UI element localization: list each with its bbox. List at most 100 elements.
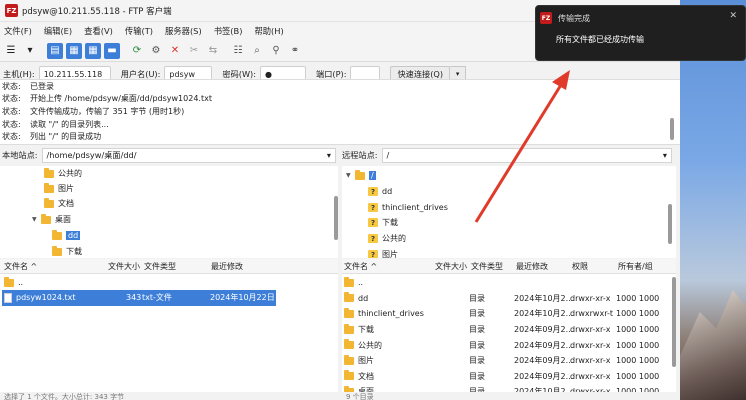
col-filesize[interactable]: 文件大小 [108,259,140,273]
folder-icon [355,169,365,180]
local-list-header: 文件名 ^ 文件大小 文件类型 最近修改 [0,259,338,274]
col-modified[interactable]: 最近修改 [516,259,548,273]
tree-item[interactable]: ▼ 桌面 [32,212,71,227]
folder-icon [41,213,51,224]
remote-site-label: 远程站点: [342,150,378,160]
process-queue-icon[interactable]: ⚙ [148,43,164,59]
col-owner[interactable]: 所有者/组 [618,259,653,273]
cancel-icon[interactable]: ✕ [167,43,183,59]
col-filetype[interactable]: 文件类型 [471,259,503,273]
tree-item-root[interactable]: ▼ / [346,168,376,183]
disconnect-icon[interactable]: ✂ [186,43,202,59]
col-filetype[interactable]: 文件类型 [144,259,176,273]
filter-icon[interactable]: ⚲ [268,43,284,59]
local-file-list: 文件名 ^ 文件大小 文件类型 最近修改 .. pdsyw1024.txt 34… [0,259,338,392]
folder-icon [4,276,14,287]
toggle-remote-tree-icon[interactable]: ▦ [85,42,101,59]
table-row[interactable]: .. [0,275,338,291]
unknown-folder-icon: ? [368,203,378,212]
tree-item[interactable]: 公共的 [44,166,82,181]
remote-list-scrollbar[interactable] [672,277,676,367]
table-row[interactable]: thinclient_drives 目录 2024年10月2... drwxrwxr-… [342,306,670,322]
filezilla-icon: FZ [540,12,552,24]
search-icon[interactable]: ⌕ [249,43,265,59]
table-row-selected[interactable]: pdsyw1024.txt 343 txt-文件 2024年10月22日 ... [2,290,285,306]
tree-item[interactable]: ? dd [368,184,392,199]
col-filename[interactable]: 文件名 ^ [4,259,37,273]
tree-item[interactable]: ? 下载 [368,215,398,230]
expand-arrow-icon[interactable]: ▼ [32,216,41,223]
window-title: pdsyw@10.211.55.118 - FTP 客户端 [22,6,172,17]
remote-site-bar: 远程站点: / ▾ [342,145,672,165]
remote-file-list: 文件名 ^ 文件大小 文件类型 最近修改 权限 所有者/组 .. dd 目录 2024… [342,259,676,392]
table-row[interactable]: 图片 目录 2024年09月2... drwxr-xr-x 1000 1000 [342,353,670,369]
toggle-local-tree-icon[interactable]: ▦ [66,42,82,59]
col-filesize[interactable]: 文件大小 [435,259,467,273]
tree-item-selected[interactable]: dd [52,228,81,243]
site-manager-icon[interactable]: ☰ [3,43,19,59]
local-tree: 公共的 图片 文档 ▼ 桌面 dd 下载 [0,166,338,258]
menu-edit[interactable]: 编辑(E) [44,25,72,37]
filezilla-icon: FZ [5,4,18,17]
local-tree-scrollbar[interactable] [334,196,338,240]
remote-list-header: 文件名 ^ 文件大小 文件类型 最近修改 权限 所有者/组 [342,259,676,274]
log-line: 状态: 列出 "/" 的目录成功 [2,132,102,142]
col-permissions[interactable]: 权限 [572,259,588,273]
close-icon[interactable]: ✕ [729,11,737,21]
menu-view[interactable]: 查看(V) [84,25,113,37]
reconnect-icon[interactable]: ⇆ [205,43,221,59]
folder-icon [344,370,354,381]
notification-message: 所有文件都已经成功传输 [556,35,644,44]
tree-item[interactable]: ? 公共的 [368,231,406,246]
folder-icon [44,167,54,178]
tree-item[interactable]: 下载 [52,244,82,258]
table-row[interactable]: 桌面 目录 2024年10月2... drwxr-xr-x 1000 1000 [342,384,670,392]
folder-icon [52,245,62,256]
transfer-complete-notification[interactable]: FZ 传输完成 ✕ 所有文件都已经成功传输 [535,5,746,61]
menu-file[interactable]: 文件(F) [4,25,32,37]
table-row[interactable]: 文档 目录 2024年09月2... drwxr-xr-x 1000 1000 [342,369,670,385]
folder-icon [344,339,354,350]
menu-help[interactable]: 帮助(H) [254,25,283,37]
tree-item[interactable]: ? 图片 [368,247,398,258]
toggle-queue-icon[interactable]: ▬ [104,42,120,59]
log-scrollbar[interactable] [670,118,674,140]
remote-path-input[interactable]: / ▾ [381,147,672,163]
local-site-label: 本地站点: [2,150,38,160]
binoculars-icon[interactable]: ⚭ [287,43,303,59]
remote-status: 9 个目录 [346,393,374,400]
folder-icon [44,197,54,208]
remote-path-dropdown-icon[interactable]: ▾ [663,150,667,160]
refresh-icon[interactable]: ⟳ [129,43,145,59]
col-modified[interactable]: 最近修改 [211,259,243,273]
expand-arrow-icon[interactable]: ▼ [346,172,355,179]
folder-icon [44,182,54,193]
local-path-dropdown-icon[interactable]: ▾ [327,150,331,160]
tree-item[interactable]: 文档 [44,196,74,211]
folder-icon [52,229,62,240]
table-row[interactable]: .. [342,275,670,291]
unknown-folder-icon: ? [368,187,378,196]
local-path-input[interactable]: /home/pdsyw/桌面/dd/▾ [41,147,336,163]
toggle-log-icon[interactable]: ▤ [47,42,63,59]
tree-item[interactable]: ? thinclient_drives [368,200,448,215]
table-row[interactable]: 下载 目录 2024年09月2... drwxr-xr-x 1000 1000 [342,322,670,338]
menu-transfer[interactable]: 传输(T) [125,25,153,37]
tree-item[interactable]: 图片 [44,181,74,196]
menu-bookmarks[interactable]: 书签(B) [214,25,243,37]
directory-compare-icon[interactable]: ☷ [230,43,246,59]
log-line: 状态: 开始上传 /home/pdsyw/桌面/dd/pdsyw1024.txt [2,94,212,104]
menu-server[interactable]: 服务器(S) [165,25,202,37]
status-bar: 选择了 1 个文件。大小总计: 343 字节 9 个目录 [0,392,680,400]
unknown-folder-icon: ? [368,234,378,243]
table-row[interactable]: 公共的 目录 2024年09月2... drwxr-xr-x 1000 1000 [342,337,670,353]
log-line: 状态: 文件传输成功，传输了 351 字节 (用时1秒) [2,106,185,116]
remote-tree-scrollbar[interactable] [668,204,672,244]
table-row[interactable]: dd 目录 2024年10月2... drwxr-xr-x 1000 1000 [342,291,670,307]
col-filename[interactable]: 文件名 ^ [344,259,377,273]
folder-icon [344,292,354,303]
remote-tree: ▼ / ? dd ? thinclient_drives ? 下载 ? 公共的 ? 图片 [342,166,676,258]
notification-title: 传输完成 [558,13,590,23]
site-manager-dropdown-icon[interactable]: ▾ [22,43,38,59]
local-site-bar: 本地站点: /home/pdsyw/桌面/dd/▾ [2,145,336,165]
